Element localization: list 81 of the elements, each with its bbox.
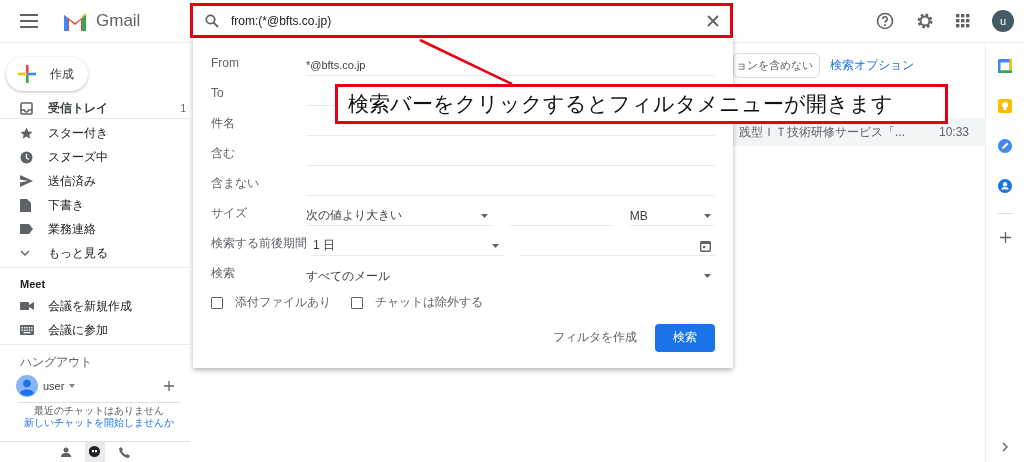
apps-grid-icon[interactable] — [956, 14, 970, 28]
section-title: Meet — [19, 277, 47, 292]
chat-bubble-icon[interactable] — [89, 446, 100, 458]
nav-label: スヌーズ中 — [48, 148, 109, 166]
clock-icon — [20, 150, 33, 164]
chevron-right-icon[interactable] — [1002, 442, 1008, 452]
checkbox[interactable] — [211, 296, 223, 309]
add-icon[interactable] — [164, 381, 174, 391]
caret-icon — [492, 243, 499, 248]
search-query[interactable]: from:(*@bfts.co.jp) — [231, 14, 695, 28]
field-label: 件名 — [211, 115, 236, 131]
field-label: 含む — [211, 145, 236, 161]
nav-item[interactable]: 受信トレイ 1 — [0, 99, 190, 119]
nav-label: 送信済み — [48, 172, 97, 190]
meet-item[interactable]: 会議を新規作成 — [0, 294, 190, 318]
compose-button[interactable]: 作成 — [6, 57, 88, 91]
field-label: To — [211, 85, 225, 101]
add-icon[interactable] — [999, 232, 1011, 243]
nav-label: 業務連絡 — [48, 220, 97, 238]
keyboard-icon — [20, 325, 34, 335]
close-icon[interactable] — [707, 15, 719, 27]
inbox-icon — [20, 102, 33, 115]
nav-item[interactable]: 送信済み — [0, 169, 190, 193]
section-title: ハングアウト — [19, 354, 93, 371]
user-name[interactable]: user — [43, 380, 65, 392]
search-button[interactable]: 検索 — [655, 323, 715, 352]
label-icon — [20, 224, 33, 234]
nav-item[interactable]: スヌーズ中 — [0, 145, 190, 169]
pencil-check-icon[interactable] — [998, 139, 1012, 153]
search-options-link[interactable]: 検索オプション — [830, 56, 914, 74]
settings-icon[interactable] — [916, 12, 934, 30]
app-name: Gmail — [96, 11, 141, 31]
dropdown-field[interactable]: 次の値より大きい — [306, 206, 492, 226]
field-label: 検索 — [211, 265, 236, 281]
nav-item[interactable]: もっと見る — [0, 241, 190, 265]
star-icon — [20, 126, 33, 140]
nav-item[interactable]: 下書き — [0, 193, 190, 217]
user-avatar-icon — [16, 375, 38, 397]
person-icon[interactable] — [60, 447, 71, 457]
caret-icon — [704, 213, 711, 218]
nav-label: 受信トレイ — [48, 100, 109, 117]
checkbox-label: チャットは除外する — [375, 294, 483, 311]
nav-label: スター付き — [48, 124, 109, 142]
create-filter-button[interactable]: フィルタを作成 — [553, 323, 637, 352]
help-icon[interactable] — [876, 12, 894, 30]
chevron-down-icon — [20, 250, 30, 256]
field-label: 検索する前後期間 — [211, 235, 307, 251]
checkbox-label: 添付ファイルあり — [235, 294, 331, 311]
empty-chat-message: 最近のチャットはありません — [34, 405, 164, 417]
calendar-icon[interactable] — [998, 59, 1012, 73]
document-icon — [20, 198, 31, 212]
field-label: From — [211, 55, 240, 71]
phone-icon[interactable] — [118, 446, 130, 458]
meet-item[interactable]: 会議に参加 — [0, 318, 190, 342]
checkbox[interactable] — [351, 296, 363, 309]
nav-label: もっと見る — [48, 244, 109, 262]
plus-icon — [18, 65, 36, 83]
video-camera-icon — [20, 301, 34, 311]
caret-icon — [480, 213, 488, 218]
unread-count: 1 — [180, 103, 186, 114]
search-icon — [205, 14, 219, 28]
email-time: 10:33 — [938, 125, 969, 139]
account-avatar[interactable]: u — [992, 10, 1014, 32]
annotation-tooltip: 検索バーをクリックするとフィルタメニューが開きます — [335, 84, 948, 124]
contact-icon[interactable] — [998, 179, 1012, 193]
send-icon — [20, 175, 33, 187]
calendar-icon — [700, 239, 711, 252]
nav-label: 下書き — [48, 196, 85, 214]
dropdown-field[interactable]: MB — [629, 206, 715, 226]
email-snippet: 践型ＩＴ技術研修サービス「... — [739, 123, 906, 141]
nav-item[interactable]: 業務連絡 — [0, 217, 190, 241]
caret-icon — [69, 384, 76, 388]
dropdown-field[interactable]: 1 日 — [313, 236, 503, 256]
envelope-logo-icon — [62, 11, 88, 31]
field-label: サイズ — [211, 205, 248, 221]
start-chat-link[interactable]: 新しいチャットを開始しませんか — [24, 417, 174, 429]
field-label: 含まない — [211, 175, 260, 191]
nav-item[interactable]: スター付き — [0, 121, 190, 145]
dropdown-field[interactable]: すべてのメール — [306, 266, 715, 286]
menu-icon[interactable] — [20, 14, 38, 28]
caret-icon — [704, 274, 711, 278]
